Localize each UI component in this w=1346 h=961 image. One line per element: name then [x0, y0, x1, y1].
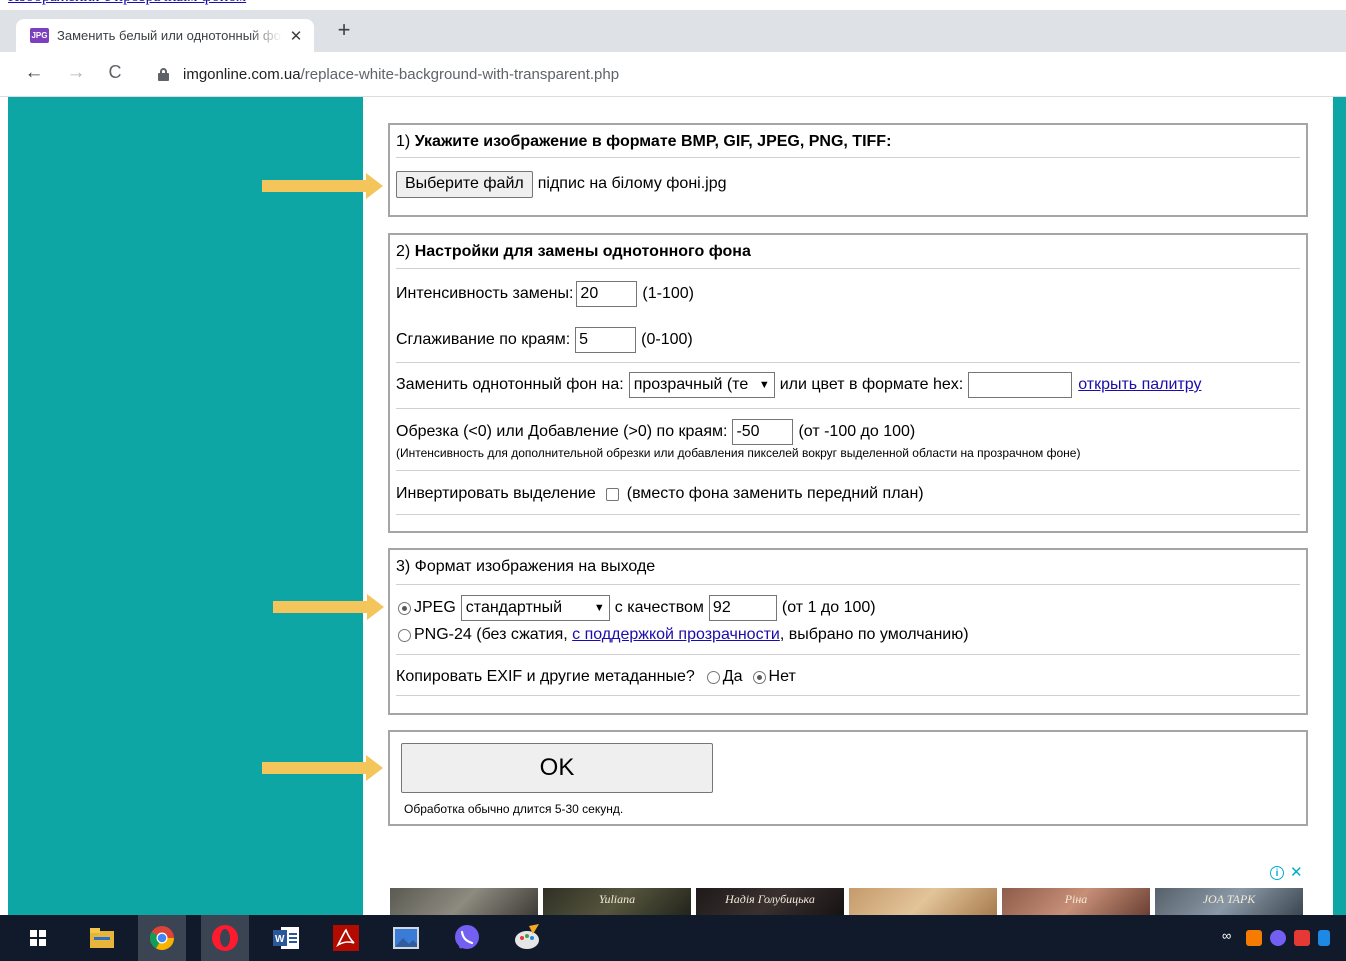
file-select-section: 1) Укажите изображение в формате BMP, GI… — [388, 123, 1308, 217]
ad-thumb[interactable]: Yuliana — [543, 888, 691, 915]
ad-thumb[interactable] — [390, 888, 538, 915]
dropdown-caret-icon: ▼ — [758, 379, 770, 391]
replace-color-row: Заменить однотонный фон на: прозрачный (… — [396, 372, 1300, 398]
intensity-row: Интенсивность замены: 20 (1-100) — [396, 281, 1300, 307]
crop-note: (Интенсивность для дополнительной обрезк… — [396, 446, 1081, 460]
tray-anydesk-icon[interactable] — [1294, 930, 1310, 946]
jpeg-mode-select[interactable]: стандартный ▼ — [460, 595, 610, 621]
url-path: /replace-white-background-with-transpare… — [300, 65, 620, 83]
tray-avast-icon[interactable] — [1246, 930, 1262, 946]
arrow-annotation-icon — [262, 755, 383, 781]
exif-row: Копировать EXIF и другие метаданные? Да … — [396, 668, 796, 685]
submit-section: OK Обработка обычно длится 5-30 секунд. — [388, 730, 1308, 826]
favicon-icon: JPG — [30, 28, 49, 43]
browser-tab[interactable]: JPG Заменить белый или однотонный фон на… — [16, 19, 314, 52]
quality-input[interactable]: 92 — [708, 595, 777, 621]
lock-icon — [158, 67, 169, 81]
forward-arrow-icon[interactable]: → — [64, 62, 88, 84]
ad-choices[interactable]: i ✕ — [1270, 865, 1303, 880]
tray-app-icon[interactable] — [1318, 930, 1330, 946]
jpeg-option-row: JPEG стандартный ▼ с качеством 92 (от 1 д… — [396, 595, 1300, 621]
windows-taskbar: W ∞ — [0, 915, 1346, 961]
exif-yes-radio[interactable] — [706, 670, 720, 684]
tab-bar: JPG Заменить белый или однотонный фон на… — [0, 10, 1346, 52]
ad-thumb[interactable] — [849, 888, 997, 915]
hex-color-input[interactable] — [968, 372, 1073, 398]
cropped-page-link: Изображения с прозрачным фоном — [8, 0, 318, 6]
open-palette-link[interactable]: открыть палитру — [1078, 376, 1201, 394]
invert-row: Инвертировать выделение (вместо фона зам… — [396, 485, 924, 502]
smoothing-input[interactable]: 5 — [575, 327, 637, 353]
ad-thumb[interactable]: Ріна — [1002, 888, 1150, 915]
browser-chrome: Изображения с прозрачным фоном JPG Замен… — [0, 0, 1346, 97]
ad-thumb[interactable]: JOA TAPK — [1155, 888, 1303, 915]
ad-close-icon[interactable]: ✕ — [1290, 865, 1303, 880]
jpeg-radio[interactable] — [398, 601, 411, 615]
tab-title: Заменить белый или однотонный фон на про… — [57, 28, 282, 43]
left-border — [0, 97, 8, 915]
png-radio[interactable] — [398, 628, 411, 642]
file-input-row: Выберите файл підпис на білому фоні.jpg — [396, 170, 1300, 198]
ad-thumb[interactable]: Надія Голубицька — [696, 888, 844, 915]
reload-icon[interactable]: C — [103, 62, 127, 83]
dropdown-caret-icon: ▼ — [593, 602, 605, 614]
crop-input[interactable]: -50 — [732, 419, 794, 445]
paint-icon[interactable] — [503, 915, 551, 961]
selected-file-name: підпис на білому фоні.jpg — [537, 175, 727, 192]
right-teal-sidebar — [1333, 97, 1346, 915]
processing-time-note: Обработка обычно длится 5-30 секунд. — [404, 802, 624, 816]
png-option-row: PNG-24 (без сжатия, с поддержкой прозрач… — [396, 624, 1300, 646]
chrome-icon[interactable] — [138, 915, 186, 961]
tray-link-icon[interactable]: ∞ — [1222, 928, 1240, 944]
ad-info-icon[interactable]: i — [1270, 866, 1284, 880]
word-icon[interactable]: W — [262, 915, 310, 961]
tray-viber-icon[interactable] — [1270, 930, 1286, 946]
ad-banner[interactable]: Yuliana Надія Голубицька Ріна JOA TAPK — [390, 888, 1305, 915]
section3-heading: 3) Формат изображения на выходе — [396, 558, 656, 575]
arrow-annotation-icon — [262, 173, 383, 199]
viber-icon[interactable] — [443, 915, 491, 961]
choose-file-button[interactable]: Выберите файл — [396, 170, 533, 198]
url-text: imgonline.com.ua/replace-white-backgroun… — [183, 66, 619, 83]
crop-row: Обрезка (<0) или Добавление (>0) по края… — [396, 419, 1300, 445]
windows-start-icon[interactable] — [14, 915, 62, 961]
tab-close-icon[interactable]: ✕ — [288, 27, 304, 45]
output-format-section: 3) Формат изображения на выходе JPEG ста… — [388, 548, 1308, 715]
acrobat-icon[interactable] — [322, 915, 370, 961]
url-host: imgonline.com.ua — [183, 65, 301, 83]
new-tab-plus-icon[interactable]: + — [332, 17, 356, 43]
transparency-support-link[interactable]: с поддержкой прозрачности — [572, 626, 780, 644]
back-arrow-icon[interactable]: ← — [22, 62, 46, 84]
ok-submit-button[interactable]: OK — [401, 743, 713, 793]
background-settings-section: 2) Настройки для замены однотонного фона… — [388, 233, 1308, 533]
left-teal-sidebar — [8, 97, 363, 915]
arrow-annotation-icon — [273, 594, 384, 620]
address-bar[interactable]: imgonline.com.ua/replace-white-backgroun… — [146, 58, 1346, 90]
exif-no-radio[interactable] — [752, 670, 766, 684]
page-content: 1) Укажите изображение в формате BMP, GI… — [0, 97, 1346, 915]
browser-toolbar: ← → C imgonline.com.ua/replace-white-bac… — [0, 52, 1346, 97]
section1-heading: 1) Укажите изображение в формате BMP, GI… — [396, 133, 892, 150]
smoothing-row: Сглаживание по краям: 5 (0-100) — [396, 327, 1300, 353]
opera-icon[interactable] — [201, 915, 249, 961]
svg-text:W: W — [275, 934, 285, 945]
intensity-input[interactable]: 20 — [576, 281, 638, 307]
photos-icon[interactable] — [382, 915, 430, 961]
file-explorer-icon[interactable] — [78, 915, 126, 961]
section2-heading: 2) Настройки для замены однотонного фона — [396, 243, 751, 260]
replace-mode-select[interactable]: прозрачный (те ▼ — [628, 372, 775, 398]
invert-selection-checkbox[interactable] — [605, 487, 619, 501]
